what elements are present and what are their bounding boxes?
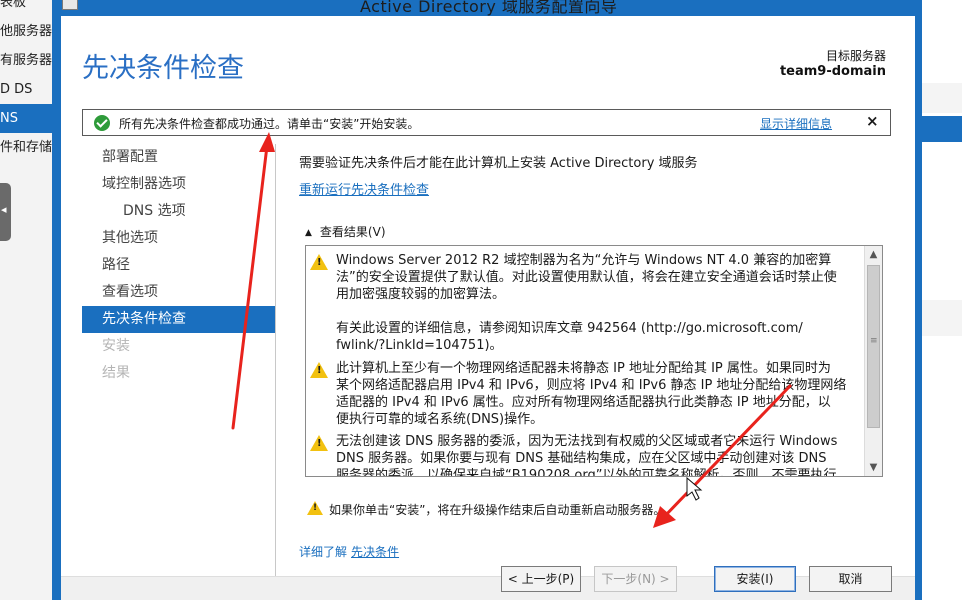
next-button: 下一步(N) > <box>594 566 677 592</box>
bg-sidebar-item-selected[interactable]: NS <box>0 104 56 133</box>
collapse-handle[interactable]: ◂ <box>0 183 11 241</box>
results-list-box[interactable]: ! Windows Server 2012 R2 域控制器为名为“允许与 Win… <box>305 245 883 477</box>
nav-item-installation: 安装 <box>102 338 130 354</box>
results-list: ! Windows Server 2012 R2 域控制器为名为“允许与 Win… <box>306 246 864 476</box>
close-icon[interactable]: × <box>866 112 879 130</box>
results-scrollbar[interactable]: ▲ ≡ ▼ <box>864 246 882 476</box>
bg-sidebar-item[interactable]: 件和存储 <box>0 133 56 162</box>
bg-panel-selected <box>921 116 962 142</box>
scroll-thumb[interactable]: ≡ <box>867 265 880 428</box>
desktop: 表板 他服务器 有服务器 D DS NS 件和存储 ◂ Active Direc… <box>0 0 962 600</box>
warning-icon: ! <box>310 435 328 451</box>
window-title: Active Directory 域服务配置向导 <box>360 0 618 16</box>
learn-more: 详细了解 先决条件 <box>299 543 399 560</box>
title-bar[interactable]: Active Directory 域服务配置向导 <box>52 0 922 16</box>
chevron-left-icon: ◂ <box>1 203 7 216</box>
ad-ds-configuration-wizard: Active Directory 域服务配置向导 先决条件检查 目标服务器 te… <box>52 0 922 600</box>
page-title: 先决条件检查 <box>82 53 244 84</box>
warning-icon: ! <box>310 362 328 378</box>
nav-item-results: 结果 <box>102 365 130 381</box>
warning-icon: ! <box>310 254 328 270</box>
result-text: 无法创建该 DNS 服务器的委派，因为无法找到有权威的父区域或者它未运行 Win… <box>336 434 838 476</box>
server-manager-sidebar: 表板 他服务器 有服务器 D DS NS 件和存储 ◂ <box>0 0 56 600</box>
bg-sidebar-item[interactable]: 他服务器 <box>0 17 56 46</box>
intro-text: 需要验证先决条件后才能在此计算机上安装 Active Directory 域服务 <box>299 156 698 171</box>
target-server-name: team9-domain <box>779 64 886 79</box>
nav-item-review-options[interactable]: 查看选项 <box>82 279 275 306</box>
install-button[interactable]: 安装(I) <box>714 566 796 592</box>
nav-item-additional-options[interactable]: 其他选项 <box>82 225 275 252</box>
wizard-client-area: 先决条件检查 目标服务器 team9-domain 所有先决条件检查都成功通过。… <box>61 16 915 600</box>
warning-icon: ! <box>307 501 323 515</box>
learn-more-prereq-link[interactable]: 先决条件 <box>351 545 399 559</box>
view-results-label: 查看结果(V) <box>319 225 386 239</box>
status-message: 所有先决条件检查都成功通过。请单击“安装”开始安装。 <box>119 117 420 131</box>
learn-more-prefix[interactable]: 详细了解 <box>299 545 347 559</box>
window-icon[interactable] <box>62 0 78 10</box>
bg-panel <box>921 83 962 113</box>
nav-item-paths[interactable]: 路径 <box>82 252 275 279</box>
bg-sidebar-item[interactable]: D DS <box>0 75 56 104</box>
bg-sidebar-item[interactable]: 有服务器 <box>0 46 56 75</box>
check-circle-icon <box>94 115 110 131</box>
target-server-label: 目标服务器 <box>825 49 886 63</box>
bg-panel <box>921 300 962 336</box>
bg-sidebar-item[interactable]: 表板 <box>0 0 56 17</box>
scroll-down-icon[interactable]: ▼ <box>865 459 882 476</box>
show-details-link[interactable]: 显示详细信息 <box>760 115 832 132</box>
chevron-up-icon: ▲ <box>305 228 312 238</box>
nav-item-dc-options[interactable]: 域控制器选项 <box>82 171 275 198</box>
cancel-button[interactable]: 取消 <box>809 566 892 592</box>
rerun-prereq-check-link[interactable]: 重新运行先决条件检查 <box>299 179 429 198</box>
nav-divider <box>275 144 276 600</box>
wizard-nav: 部署配置 域控制器选项 DNS 选项 其他选项 路径 查看选项 先决条件检查 安… <box>82 144 275 600</box>
grip-icon: ≡ <box>870 336 878 346</box>
restart-warning-text: 如果你单击“安装”，将在升级操作结束后自动重新启动服务器。 <box>329 503 666 517</box>
result-text: 此计算机上至少有一个物理网络适配器未将静态 IP 地址分配给其 IP 属性。如果… <box>336 361 847 427</box>
result-text: Windows Server 2012 R2 域控制器为名为“允许与 Windo… <box>336 253 837 353</box>
nav-item-prerequisites-check[interactable]: 先决条件检查 <box>82 306 275 333</box>
nav-item-dns-options[interactable]: DNS 选项 <box>82 198 275 225</box>
scroll-up-icon[interactable]: ▲ <box>865 246 882 263</box>
nav-item-deployment-config[interactable]: 部署配置 <box>82 144 275 171</box>
view-results-toggle[interactable]: ▲ 查看结果(V) <box>305 223 386 240</box>
prereq-status-bar: 所有先决条件检查都成功通过。请单击“安装”开始安装。 显示详细信息 × <box>82 109 891 136</box>
server-manager-content <box>920 0 962 600</box>
back-button[interactable]: < 上一步(P) <box>501 566 581 592</box>
